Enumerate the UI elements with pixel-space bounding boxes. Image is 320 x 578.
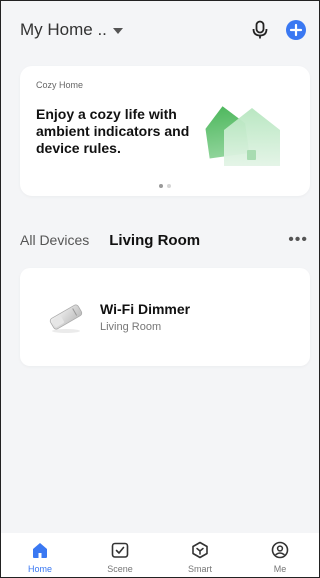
- plus-icon: [286, 20, 306, 40]
- tab-all-devices[interactable]: All Devices: [20, 232, 89, 248]
- home-name: My Home ..: [20, 20, 107, 39]
- bottom-nav: Home Scene Smart Me: [0, 533, 320, 578]
- tab-living-room[interactable]: Living Room: [109, 232, 200, 249]
- houses-illustration-icon: [205, 106, 280, 166]
- carousel-dot[interactable]: [167, 184, 171, 188]
- home-switcher[interactable]: My Home ..: [20, 20, 123, 40]
- smart-icon: [192, 541, 208, 559]
- nav-scene[interactable]: Scene: [90, 541, 150, 574]
- device-card[interactable]: Wi-Fi Dimmer Living Room: [20, 268, 310, 366]
- add-button[interactable]: [284, 18, 308, 42]
- nav-label: Home: [27, 564, 52, 574]
- nav-label: Me: [273, 564, 287, 574]
- device-info: Wi-Fi Dimmer Living Room: [100, 301, 190, 333]
- header-actions: [248, 18, 308, 42]
- checkbox-icon: [111, 542, 129, 558]
- promo-banner[interactable]: Cozy Home Enjoy a cozy life with ambient…: [20, 66, 310, 196]
- room-tabs: All Devices Living Room •••: [20, 226, 308, 254]
- dimmer-device-icon: [49, 304, 83, 333]
- carousel-dot[interactable]: [159, 184, 163, 188]
- banner-text: Enjoy a cozy life with ambient indicator…: [36, 106, 190, 156]
- microphone-icon[interactable]: [248, 18, 272, 42]
- caret-down-icon: [112, 28, 123, 34]
- nav-me[interactable]: Me: [250, 541, 310, 574]
- home-icon: [33, 543, 47, 558]
- nav-label: Scene: [107, 564, 133, 574]
- nav-label: Smart: [187, 564, 212, 574]
- more-options-icon[interactable]: •••: [288, 231, 308, 249]
- header: My Home ..: [0, 0, 320, 60]
- banner-tag: Cozy Home: [36, 80, 84, 90]
- nav-home[interactable]: Home: [10, 541, 70, 574]
- profile-icon: [271, 541, 289, 559]
- device-room: Living Room: [100, 321, 162, 333]
- nav-smart[interactable]: Smart: [170, 541, 230, 574]
- carousel-dots: [159, 184, 171, 188]
- device-name: Wi-Fi Dimmer: [100, 301, 191, 317]
